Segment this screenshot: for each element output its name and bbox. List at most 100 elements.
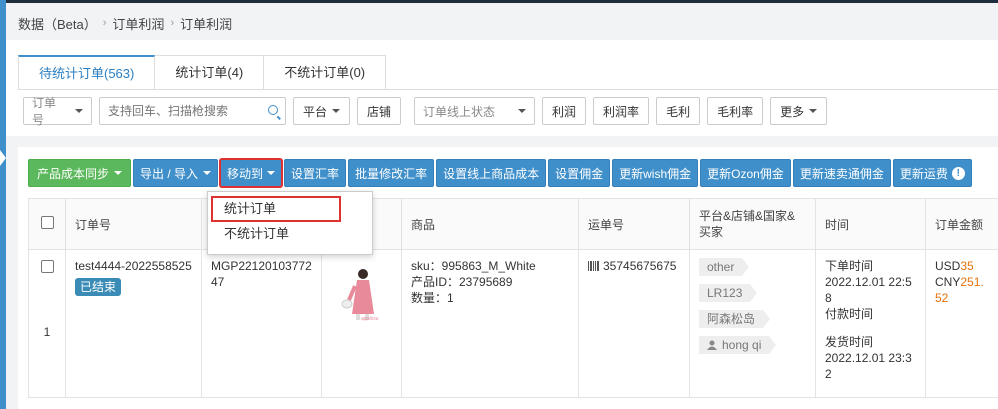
order-time-label: 下单时间 xyxy=(825,259,874,273)
top-bar xyxy=(0,0,998,3)
update-ozon-button[interactable]: 更新Ozon佣金 xyxy=(700,159,791,187)
order-no-cell: test4444-2022558525 已结束 xyxy=(65,249,202,398)
tab-counted[interactable]: 统计订单(4) xyxy=(154,55,265,89)
time-spacer xyxy=(825,322,916,334)
update-aliexpress-button[interactable]: 更新速卖通佣金 xyxy=(792,159,891,187)
move-to-button[interactable]: 移动到 xyxy=(219,158,284,188)
order-no-select[interactable]: 订单号 xyxy=(23,96,92,127)
pay-time-label: 付款时间 xyxy=(825,307,874,321)
platform-select[interactable]: 平台 xyxy=(293,97,351,125)
sync-cost-label: 产品成本同步 xyxy=(37,166,110,181)
row-select-cell: 1 xyxy=(28,249,66,398)
tracking-number[interactable]: 35745675675 xyxy=(603,259,676,273)
more-select[interactable]: 更多 xyxy=(770,97,828,125)
move-to-menu: 统计订单 不统计订单 xyxy=(207,191,373,255)
batch-rate-button[interactable]: 批量修改汇率 xyxy=(348,159,435,187)
amount-cell: USD35 CNY251.52 xyxy=(925,249,998,398)
user-icon xyxy=(707,337,717,355)
update-wish-button[interactable]: 更新wish佣金 xyxy=(612,159,699,187)
shop-tag: LR123 xyxy=(699,284,758,302)
update-freight-label: 更新运费 xyxy=(899,166,948,181)
usd-label: USD xyxy=(935,259,961,273)
platform-tag: other xyxy=(699,258,750,276)
chevron-right-icon: › xyxy=(170,17,175,29)
product-id: 产品ID：23795689 xyxy=(411,275,513,289)
search-icon[interactable] xyxy=(268,105,278,115)
product-cell: sku：995863_M_White 产品ID：23795689 数量：1 xyxy=(401,249,579,398)
caret-down-icon xyxy=(267,171,276,175)
col-amount: 订单金额 xyxy=(925,198,998,250)
time-cell: 下单时间 2022.12.01 22:58 付款时间 发货时间 2022.12.… xyxy=(815,249,926,398)
search-input[interactable] xyxy=(99,97,286,125)
filter-panel: 待统计订单(563) 统计订单(4) 不统计订单(0) 订单号 平台 店铺 订单… xyxy=(6,40,998,136)
set-commission-button[interactable]: 设置佣金 xyxy=(548,159,611,187)
set-online-cost-button[interactable]: 设置线上商品成本 xyxy=(436,159,547,187)
update-freight-button[interactable]: 更新运费! xyxy=(892,159,972,187)
chevron-right-icon: › xyxy=(102,17,107,29)
table-row[interactable]: 1 test4444-2022558525 已结束 MGP22120103772… xyxy=(28,249,998,398)
cny-label: CNY xyxy=(935,275,961,289)
select-all-cell xyxy=(28,198,66,250)
buyer-tag: hong qi xyxy=(699,336,777,355)
amount-usd-line: USD35 xyxy=(935,258,989,274)
collapse-arrow-icon xyxy=(0,150,6,166)
image-cell: applesu xyxy=(321,249,402,398)
caret-down-icon xyxy=(518,109,527,113)
sync-cost-button[interactable]: 产品成本同步 xyxy=(28,159,132,187)
image-caption: applesu xyxy=(361,316,379,322)
menu-item-counted[interactable]: 统计订单 xyxy=(211,196,341,222)
caret-down-icon xyxy=(75,109,83,113)
info-icon[interactable]: ! xyxy=(951,166,965,180)
row-index: 1 xyxy=(43,325,51,339)
col-platform-shop: 平台&店铺&国家&买家 xyxy=(689,198,816,250)
breadcrumb-parent[interactable]: 订单利润 xyxy=(112,14,164,33)
set-rate-button[interactable]: 设置汇率 xyxy=(284,159,347,187)
platform-shop-cell: other LR123 阿森松岛 hong qi xyxy=(689,249,816,398)
row-checkbox[interactable] xyxy=(40,260,54,273)
platform-label: 平台 xyxy=(303,104,328,119)
shop-button[interactable]: 店铺 xyxy=(357,97,402,125)
platform-order-cell: MGP2212010377247 xyxy=(201,249,322,398)
product-sku: sku：995863_M_White xyxy=(411,259,536,273)
online-status-select[interactable]: 订单线上状态 xyxy=(414,97,536,125)
caret-down-icon xyxy=(332,109,341,113)
caret-down-icon xyxy=(203,171,212,175)
profit-button[interactable]: 利润 xyxy=(542,97,587,125)
breadcrumb-root[interactable]: 数据（Beta） xyxy=(18,14,97,33)
gross-rate-button[interactable]: 毛利率 xyxy=(707,97,764,125)
export-import-button[interactable]: 导出 / 导入 xyxy=(133,159,219,187)
col-tracking: 运单号 xyxy=(578,198,690,250)
breadcrumb-current: 订单利润 xyxy=(180,16,233,32)
gross-button[interactable]: 毛利 xyxy=(656,97,701,125)
ship-time-label: 发货时间 xyxy=(825,335,874,349)
search-box xyxy=(99,97,286,125)
col-time: 时间 xyxy=(815,198,926,250)
tab-divider xyxy=(18,89,998,90)
export-import-label: 导出 / 导入 xyxy=(140,166,199,181)
breadcrumb: 数据（Beta） › 订单利润 › 订单利润 xyxy=(18,14,232,32)
amount-cny-line: CNY251.52 xyxy=(935,274,989,306)
tracking-cell: 35745675675 xyxy=(578,249,690,398)
online-status-label: 订单线上状态 xyxy=(423,104,496,119)
order-time: 2022.12.01 22:58 xyxy=(825,275,912,305)
tab-pending[interactable]: 待统计订单(563) xyxy=(18,55,156,90)
action-toolbar: 产品成本同步 导出 / 导入 移动到 设置汇率 批量修改汇率 设置线上商品成本 … xyxy=(28,158,974,188)
product-image[interactable]: applesu xyxy=(331,264,391,324)
caret-down-icon xyxy=(809,109,818,113)
order-no[interactable]: test4444-2022558525 xyxy=(75,258,192,274)
orders-table: 订单号 电 商品 运单号 平台&店铺&国家&买家 时间 订单金额 1 test4… xyxy=(28,198,998,398)
order-no-label: 订单号 xyxy=(32,96,57,127)
amount-usd: 35 xyxy=(960,259,974,273)
profit-rate-button[interactable]: 利润率 xyxy=(593,97,650,125)
buyer-name: hong qi xyxy=(722,338,762,352)
move-to-label: 移动到 xyxy=(227,166,264,181)
product-qty: 数量：1 xyxy=(411,291,454,305)
more-label: 更多 xyxy=(780,104,805,119)
menu-item-excluded[interactable]: 不统计订单 xyxy=(208,222,372,246)
select-all-checkbox[interactable] xyxy=(40,216,54,229)
barcode-icon xyxy=(588,259,600,275)
caret-down-icon xyxy=(114,171,123,175)
filter-bar: 订单号 平台 店铺 订单线上状态 利润 利润率 毛利 毛利率 更多 xyxy=(23,96,834,127)
col-product: 商品 xyxy=(401,198,579,250)
tab-excluded[interactable]: 不统计订单(0) xyxy=(263,55,387,89)
